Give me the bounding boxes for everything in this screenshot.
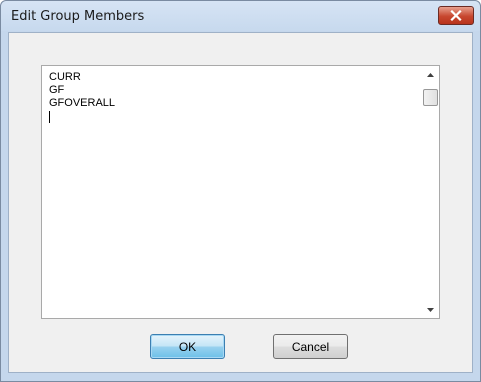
member-line: GFOVERALL <box>49 97 116 109</box>
cancel-button[interactable]: Cancel <box>273 334 348 359</box>
ok-button[interactable]: OK <box>150 334 225 359</box>
close-button[interactable] <box>438 6 474 25</box>
edit-group-members-dialog: Edit Group Members CURR GF GFOVERALL OK … <box>0 0 481 382</box>
arrow-down-icon <box>427 307 434 312</box>
dialog-body: CURR GF GFOVERALL OK Cancel <box>8 32 473 373</box>
scroll-up-button[interactable] <box>422 66 439 83</box>
arrow-up-icon <box>427 72 434 77</box>
title-bar[interactable]: Edit Group Members <box>1 1 480 31</box>
scroll-thumb[interactable] <box>423 89 438 106</box>
close-icon <box>450 10 462 21</box>
members-textarea[interactable]: CURR GF GFOVERALL <box>41 65 440 319</box>
dialog-title: Edit Group Members <box>11 9 145 24</box>
member-line: GF <box>49 84 65 96</box>
members-text-lines: CURR GF GFOVERALL <box>49 71 115 123</box>
text-caret <box>49 111 50 123</box>
vertical-scrollbar[interactable] <box>422 66 439 318</box>
member-line: CURR <box>49 71 81 83</box>
scroll-down-button[interactable] <box>422 301 439 318</box>
